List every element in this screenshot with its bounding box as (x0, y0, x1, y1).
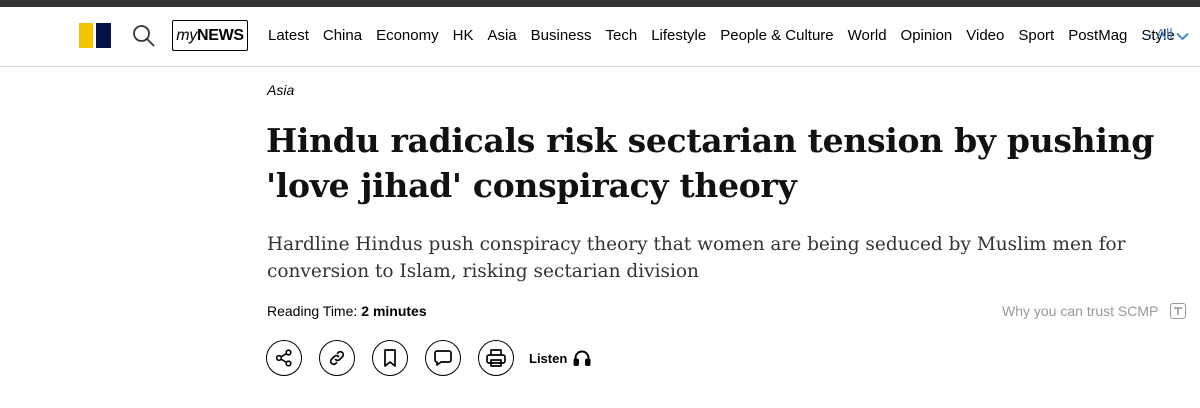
nav-link-people-culture[interactable]: People & Culture (720, 27, 833, 44)
nav-link-postmag[interactable]: PostMag (1068, 27, 1127, 44)
mynews-prefix: my (176, 26, 197, 44)
chevron-down-icon (1175, 32, 1189, 41)
nav-link-latest[interactable]: Latest (268, 27, 309, 44)
nav-link-economy[interactable]: Economy (376, 27, 439, 44)
copy-link-button[interactable] (319, 340, 355, 376)
listen-button[interactable]: Listen (529, 349, 591, 367)
bookmark-icon (384, 349, 396, 367)
listen-label: Listen (529, 350, 568, 366)
mynews-button[interactable]: my NEWS (172, 20, 248, 51)
article-headline: Hindu radicals risk sectarian tension by… (266, 121, 1155, 205)
navbar: my NEWS Latest China Economy HK Asia Busi… (0, 7, 1200, 67)
nav-link-tech[interactable]: Tech (606, 27, 638, 44)
nav-link-world[interactable]: World (848, 27, 887, 44)
logo-yellow-block (79, 23, 93, 48)
article-subheadline: Hardline Hindus push conspiracy theory t… (267, 234, 1126, 282)
trust-t-icon (1170, 303, 1187, 319)
nav-link-video[interactable]: Video (966, 27, 1004, 44)
reading-time: Reading Time: 2 minutes (267, 303, 427, 319)
bookmark-button[interactable] (372, 340, 408, 376)
print-icon (486, 349, 506, 367)
comment-button[interactable] (425, 340, 461, 376)
share-icon (275, 349, 292, 367)
trust-scmp-link[interactable]: Why you can trust SCMP (1002, 303, 1187, 319)
search-icon[interactable] (132, 24, 156, 48)
trust-scmp-label: Why you can trust SCMP (1002, 303, 1159, 319)
article-category[interactable]: Asia (267, 82, 294, 98)
reading-time-label: Reading Time: (267, 303, 358, 319)
link-icon (329, 350, 345, 366)
article-actions: Listen (266, 340, 591, 376)
share-button[interactable] (266, 340, 302, 376)
nav-link-china[interactable]: China (323, 27, 362, 44)
headphones-icon (573, 350, 591, 366)
top-strip (0, 0, 1200, 7)
nav-all-dropdown[interactable]: - All (1147, 26, 1189, 43)
nav-link-business[interactable]: Business (531, 27, 592, 44)
nav-link-lifestyle[interactable]: Lifestyle (651, 27, 706, 44)
nav-link-hk[interactable]: HK (453, 27, 474, 44)
nav-all-dash: - (1147, 26, 1152, 43)
nav-link-sport[interactable]: Sport (1018, 27, 1054, 44)
scmp-logo[interactable] (79, 23, 111, 48)
mynews-suffix: NEWS (196, 26, 244, 44)
reading-time-value: 2 minutes (361, 303, 427, 319)
logo-navy-block (96, 23, 111, 48)
nav-link-opinion[interactable]: Opinion (901, 27, 953, 44)
nav-link-asia[interactable]: Asia (487, 27, 516, 44)
print-button[interactable] (478, 340, 514, 376)
comment-icon (434, 350, 452, 366)
nav-all-label: All (1156, 26, 1173, 43)
nav-links: Latest China Economy HK Asia Business Te… (268, 7, 1189, 63)
